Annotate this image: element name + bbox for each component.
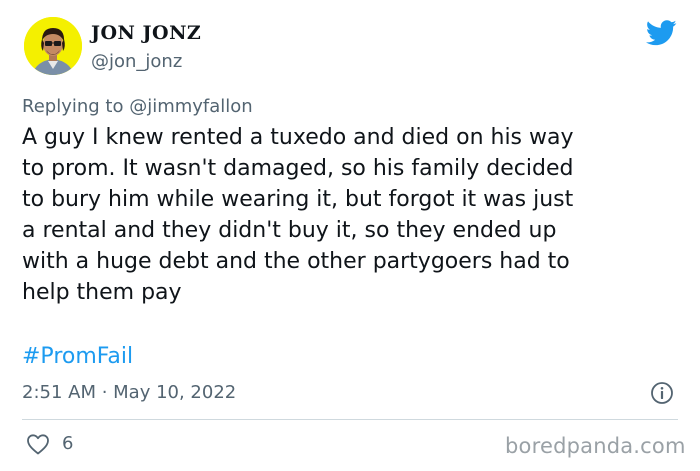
tweet-line: to bury him while wearing it, but forgot…: [22, 187, 574, 212]
user-handle[interactable]: @jon_jonz: [91, 51, 182, 72]
avatar[interactable]: [24, 17, 82, 75]
tweet-timestamp[interactable]: 2:51 AM · May 10, 2022: [22, 382, 236, 403]
divider: [22, 419, 678, 420]
tweet-text: A guy I knew rented a tuxedo and died on…: [22, 122, 682, 308]
tweet-line: help them pay: [22, 280, 182, 305]
replying-to: Replying to @jimmyfallon: [22, 96, 253, 117]
twitter-bird-icon[interactable]: [646, 20, 677, 46]
tweet-card: JON JONZ @jon_jonz Replying to @jimmyfal…: [0, 0, 700, 471]
hashtag-link[interactable]: #PromFail: [22, 341, 133, 372]
like-count: 6: [62, 433, 74, 454]
tweet-line: a rental and they didn't buy it, so they…: [22, 218, 557, 243]
tweet-line: with a huge debt and the other partygoer…: [22, 249, 570, 274]
display-name[interactable]: JON JONZ: [91, 22, 201, 44]
info-icon[interactable]: [650, 381, 674, 405]
replying-prefix: Replying to: [22, 96, 130, 117]
tweet-line: A guy I knew rented a tuxedo and died on…: [22, 125, 574, 150]
watermark: boredpanda.com: [505, 434, 686, 458]
reply-mention-link[interactable]: @jimmyfallon: [129, 96, 253, 117]
tweet-line: to prom. It wasn't damaged, so his famil…: [22, 156, 574, 181]
heart-icon[interactable]: [26, 433, 50, 455]
